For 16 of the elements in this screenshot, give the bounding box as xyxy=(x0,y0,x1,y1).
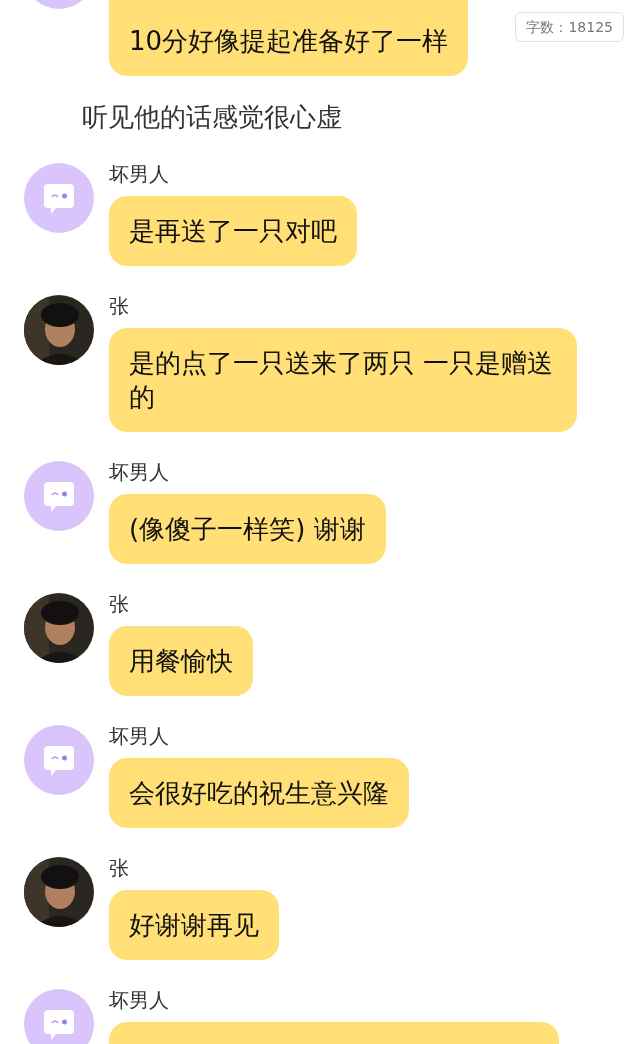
narration-text: 听见他的话感觉很心虚 xyxy=(81,101,343,134)
sender-name: 张 xyxy=(109,295,129,317)
sender-name: 坏男人 xyxy=(109,461,169,483)
message-bubble: (像傻子一样笑) 谢谢 xyxy=(109,494,386,564)
message-bubble: 用餐愉快 xyxy=(109,626,253,696)
word-count-badge: 字数：18125 xyxy=(515,12,624,42)
sender-name: 坏男人 xyxy=(109,725,169,747)
sender-name: 张 xyxy=(109,593,129,615)
message-bubble: 10分好像提起准备好了一样 xyxy=(109,0,469,76)
message-bubble: 是再送了一只对吧 xyxy=(109,196,357,266)
message-bubble: 好谢谢再见 xyxy=(109,890,279,960)
message-bubble: 会很好吃的祝生意兴隆 xyxy=(109,758,409,828)
message-bubble: 是的点了一只送来了两只 一只是赠送的 xyxy=(109,328,577,432)
sender-name: 坏男人 xyxy=(109,163,169,185)
sender-name: 坏男人 xyxy=(109,989,169,1011)
sender-name: 张 xyxy=(109,857,129,879)
